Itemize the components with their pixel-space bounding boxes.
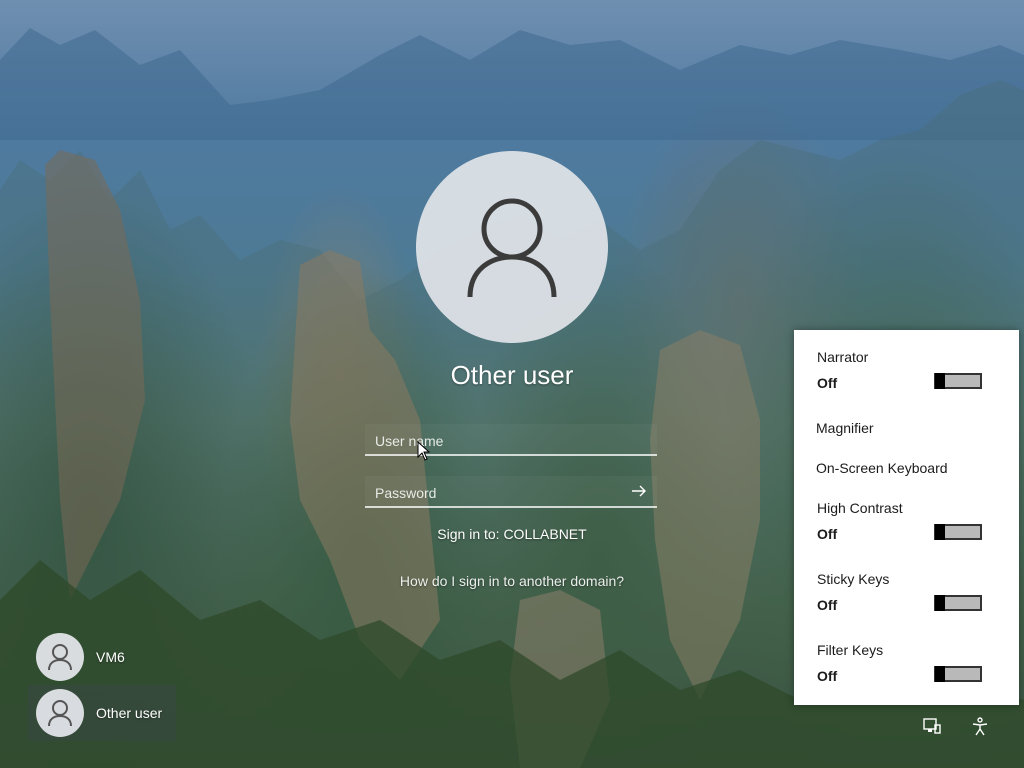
accessibility-icon[interactable] <box>966 712 994 740</box>
user-avatar <box>416 151 608 343</box>
narrator-state: Off <box>817 375 838 391</box>
user-tile-name: VM6 <box>96 649 125 665</box>
password-field[interactable] <box>365 476 657 508</box>
avatar <box>36 633 84 681</box>
user-icon <box>48 644 72 671</box>
network-icon[interactable] <box>918 712 946 740</box>
onscreen-keyboard-button[interactable]: On-Screen Keyboard <box>816 460 948 476</box>
sticky-keys-toggle[interactable] <box>934 595 982 611</box>
magnifier-button[interactable]: Magnifier <box>816 420 874 436</box>
lock-screen: Other user Sign in to: COLLABNET How do … <box>0 0 1024 768</box>
high-contrast-label: High Contrast <box>817 500 903 516</box>
user-tile-vm6[interactable]: VM6 <box>28 629 176 685</box>
narrator-toggle[interactable] <box>934 373 982 389</box>
user-tile-other-user[interactable]: Other user <box>28 685 176 741</box>
filter-keys-toggle[interactable] <box>934 666 982 682</box>
username-input[interactable] <box>373 430 627 452</box>
high-contrast-state: Off <box>817 526 838 542</box>
selected-user-title: Other user <box>450 360 574 390</box>
mouse-cursor-icon <box>417 441 431 461</box>
sticky-keys-label: Sticky Keys <box>817 571 890 587</box>
avatar <box>36 689 84 737</box>
high-contrast-toggle[interactable] <box>934 524 982 540</box>
user-icon <box>467 198 557 298</box>
username-field[interactable] <box>365 424 657 456</box>
narrator-label: Narrator <box>817 349 869 365</box>
sign-in-domain: Sign in to: COLLABNET <box>437 526 587 542</box>
domain-help-link[interactable]: How do I sign in to another domain? <box>362 573 662 589</box>
submit-arrow-icon[interactable] <box>629 481 649 501</box>
sticky-keys-state: Off <box>817 597 838 613</box>
filter-keys-state: Off <box>817 668 838 684</box>
filter-keys-label: Filter Keys <box>817 642 884 658</box>
user-icon <box>48 700 72 727</box>
user-tile-name: Other user <box>96 705 163 721</box>
accessibility-flyout: Narrator Off Magnifier On-Screen Keyboar… <box>794 330 1019 705</box>
password-input[interactable] <box>373 482 627 504</box>
